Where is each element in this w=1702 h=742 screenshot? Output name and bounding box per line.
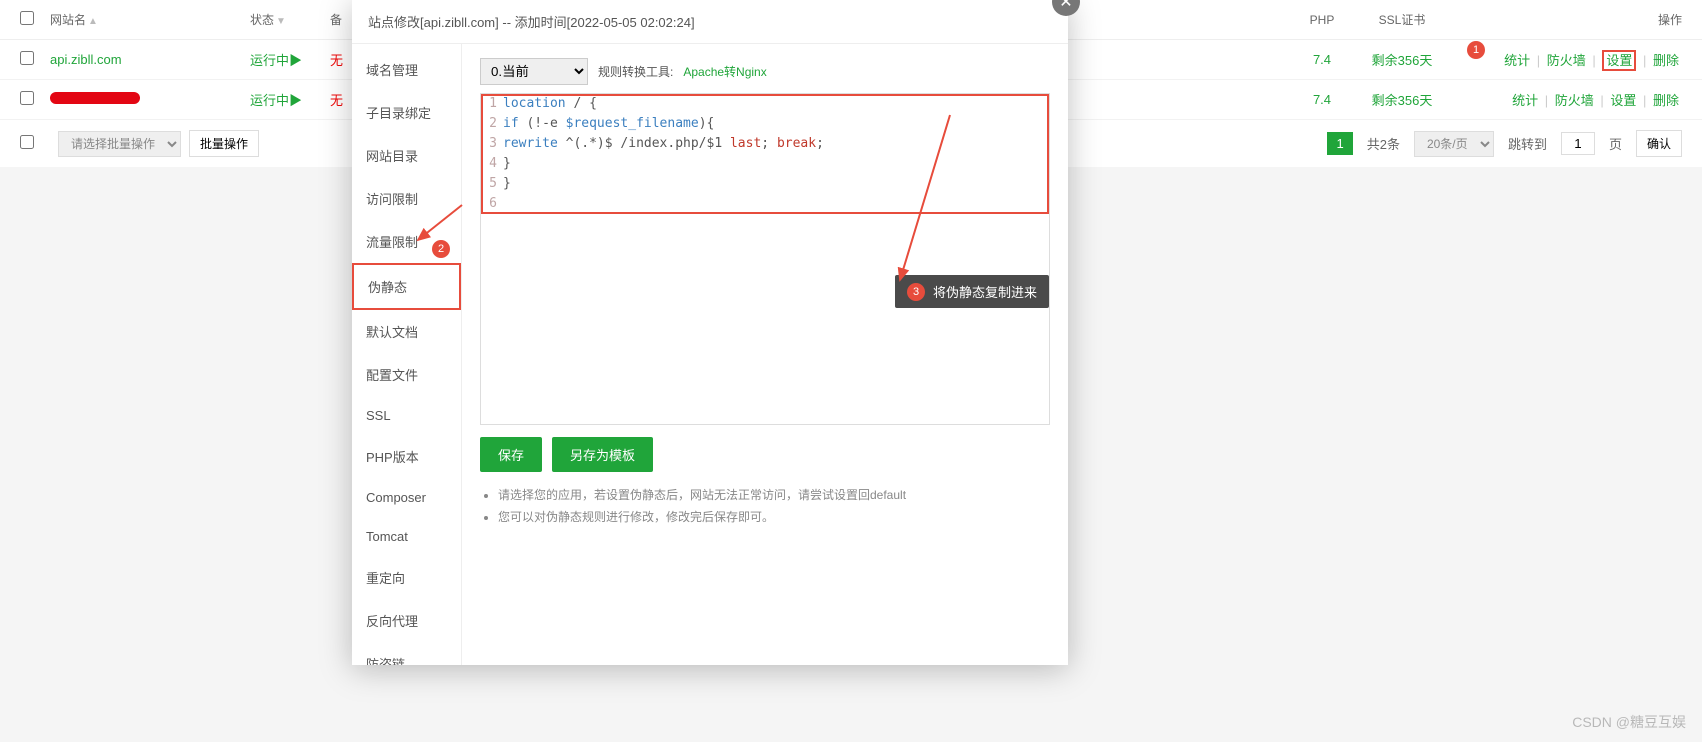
modal-title: 站点修改[api.zibll.com] -- 添加时间[2022-05-05 0… bbox=[368, 15, 695, 30]
sidebar-item-2[interactable]: 网站目录 bbox=[352, 134, 461, 177]
sidebar-item-10[interactable]: Composer bbox=[352, 478, 461, 517]
apache-to-nginx-link[interactable]: Apache转Nginx bbox=[683, 63, 766, 80]
sidebar-item-3[interactable]: 访问限制 bbox=[352, 177, 461, 220]
sidebar-item-14[interactable]: 防盗链 bbox=[352, 642, 461, 665]
sidebar-item-9[interactable]: PHP版本 bbox=[352, 435, 461, 478]
sidebar-item-5[interactable]: 伪静态 bbox=[352, 263, 461, 310]
sidebar-item-12[interactable]: 重定向 bbox=[352, 556, 461, 599]
rule-select[interactable]: 0.当前 bbox=[480, 58, 588, 85]
sidebar-item-6[interactable]: 默认文档 bbox=[352, 310, 461, 353]
hint-tooltip: 3 将伪静态复制进来 bbox=[895, 275, 1049, 308]
sidebar-item-8[interactable]: SSL bbox=[352, 396, 461, 435]
tooltip-text: 将伪静态复制进来 bbox=[933, 282, 1037, 301]
close-icon[interactable]: ✕ bbox=[1052, 0, 1080, 16]
step-3-badge: 3 bbox=[907, 283, 925, 301]
code-editor[interactable]: 1location / {2if (!-e $request_filename)… bbox=[480, 93, 1050, 425]
save-template-button[interactable]: 另存为模板 bbox=[552, 437, 653, 472]
tip-text: 请选择您的应用，若设置伪静态后，网站无法正常访问，请尝试设置回default bbox=[498, 484, 1050, 506]
sidebar-item-13[interactable]: 反向代理 bbox=[352, 599, 461, 642]
step-1-badge: 1 bbox=[1467, 41, 1485, 59]
sidebar-item-1[interactable]: 子目录绑定 bbox=[352, 91, 461, 134]
save-button[interactable]: 保存 bbox=[480, 437, 542, 472]
sidebar-item-7[interactable]: 配置文件 bbox=[352, 353, 461, 396]
tip-text: 您可以对伪静态规则进行修改，修改完后保存即可。 bbox=[498, 506, 1050, 528]
watermark: CSDN @糖豆互娱 bbox=[1572, 712, 1686, 732]
step-2-badge: 2 bbox=[432, 240, 450, 258]
sidebar-item-11[interactable]: Tomcat bbox=[352, 517, 461, 556]
rule-label: 规则转换工具: bbox=[598, 63, 673, 80]
site-modal: 站点修改[api.zibll.com] -- 添加时间[2022-05-05 0… bbox=[352, 0, 1068, 665]
sidebar-item-0[interactable]: 域名管理 bbox=[352, 48, 461, 91]
